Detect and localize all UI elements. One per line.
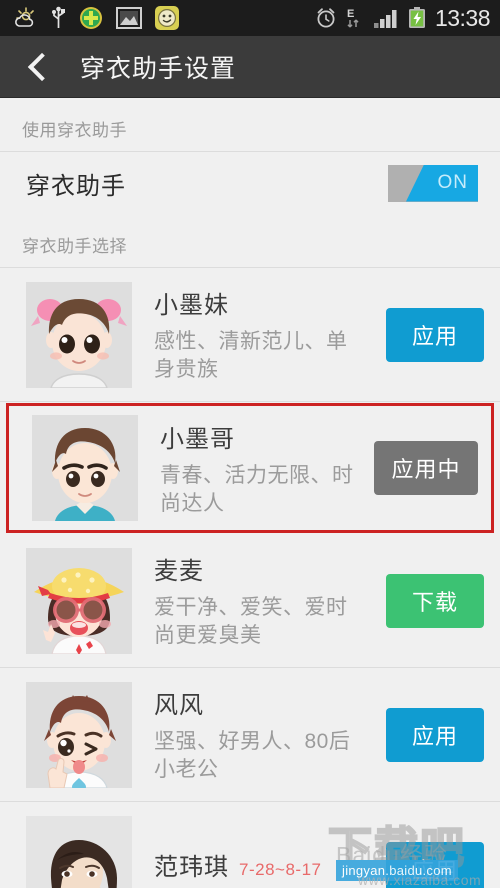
battery-charging-icon <box>408 6 426 30</box>
switch-state-label: ON <box>437 172 468 193</box>
apply-button[interactable]: 应用 <box>386 307 484 362</box>
weather-sun-cloud-icon <box>14 7 38 29</box>
list-item[interactable]: 小墨妹 感性、清新范儿、单身贵族 应用 <box>0 268 500 402</box>
boy-brown-hair-avatar <box>32 415 138 521</box>
edge-data-icon: E <box>346 6 364 30</box>
gallery-image-icon <box>116 7 142 29</box>
assistant-name: 范玮琪 7-28~8-17 <box>154 847 374 882</box>
download-button[interactable]: 下载 <box>386 573 484 628</box>
apply-button[interactable]: 应用 <box>386 707 484 762</box>
assistant-name: 风风 <box>154 685 374 720</box>
list-item-text: 风风 坚强、好男人、80后小老公 <box>132 685 382 783</box>
action-bar: 穿衣助手设置 <box>0 36 500 98</box>
assistant-name: 小墨哥 <box>160 419 362 454</box>
list-item-text: 小墨哥 青春、活力无限、时尚达人 <box>138 419 370 517</box>
status-bar: E 13:38 <box>0 0 500 36</box>
apply-button[interactable]: 应用 <box>386 841 484 888</box>
list-item-text: 范玮琪 7-28~8-17 <box>132 847 382 888</box>
back-arrow-icon <box>27 52 56 81</box>
green-circle-plus-icon <box>79 6 103 30</box>
list-item-highlighted[interactable]: 小墨哥 青春、活力无限、时尚达人 应用中 <box>6 403 494 533</box>
usb-icon <box>51 6 66 30</box>
status-bar-clock: 13:38 <box>434 4 491 31</box>
boy-winking-thumbsup-avatar <box>26 681 132 788</box>
assistant-toggle-switch[interactable]: ON <box>388 164 478 202</box>
page-title: 穿衣助手设置 <box>80 54 237 83</box>
list-item[interactable]: 风风 坚强、好男人、80后小老公 应用 <box>0 668 500 802</box>
back-button[interactable] <box>18 43 60 91</box>
assistant-description: 感性、清新范儿、单身贵族 <box>154 330 348 381</box>
assistant-toggle-row[interactable]: 穿衣助手 ON <box>0 152 500 214</box>
alarm-clock-icon <box>315 7 337 29</box>
list-item[interactable]: 麦麦 爱干净、爱笑、爱时尚更爱臭美 下载 <box>0 534 500 668</box>
assistant-name-text: 范玮琪 <box>154 854 229 881</box>
assistant-date-range: 7-28~8-17 <box>239 860 322 879</box>
phone-screen: E 13:38 穿衣助手设置 使用穿衣助手 穿衣助手 ON 穿衣助手选择 小墨妹… <box>0 0 500 888</box>
woman-photo-avatar <box>26 815 132 888</box>
assistant-description: 青春、活力无限、时尚达人 <box>160 463 354 515</box>
assistant-description: 坚强、好男人、80后小老公 <box>154 730 351 781</box>
section-header-use: 使用穿衣助手 <box>0 98 500 152</box>
girl-straw-hat-sunglasses-avatar <box>26 547 132 654</box>
list-item-text: 小墨妹 感性、清新范儿、单身贵族 <box>132 285 382 383</box>
assistant-name-text: 麦麦 <box>154 558 204 586</box>
list-item[interactable]: 范玮琪 7-28~8-17 应用 <box>0 802 500 888</box>
applied-button[interactable]: 应用中 <box>374 441 478 495</box>
assistant-description: 爱干净、爱笑、爱时尚更爱臭美 <box>154 596 348 647</box>
smiley-face-icon <box>155 6 179 30</box>
assistant-list: 小墨妹 感性、清新范儿、单身贵族 应用 小墨哥 青春、活力无限、时尚达人 应用中… <box>0 268 500 888</box>
assistant-name-text: 小墨哥 <box>160 425 235 453</box>
girl-pink-bows-avatar <box>26 281 132 388</box>
status-bar-right-icons: E 13:38 <box>315 4 491 31</box>
status-bar-left-icons <box>14 6 192 30</box>
signal-bars-icon <box>373 7 399 29</box>
assistant-toggle-label: 穿衣助手 <box>26 172 126 200</box>
assistant-name: 麦麦 <box>154 551 374 586</box>
settings-content: 使用穿衣助手 穿衣助手 ON 穿衣助手选择 小墨妹 感性、清新范儿、单身贵族 应… <box>0 98 500 888</box>
list-item-text: 麦麦 爱干净、爱笑、爱时尚更爱臭美 <box>132 551 382 649</box>
svg-text:E: E <box>347 8 354 20</box>
assistant-name-text: 小墨妹 <box>154 292 229 320</box>
assistant-name: 小墨妹 <box>154 285 374 320</box>
section-header-select: 穿衣助手选择 <box>0 214 500 268</box>
assistant-name-text: 风风 <box>154 692 204 720</box>
